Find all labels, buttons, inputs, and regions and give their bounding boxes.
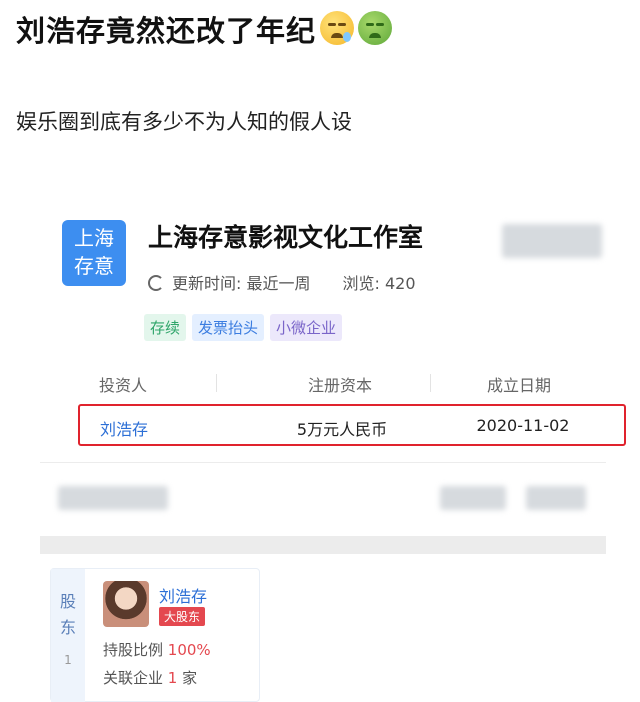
major-shareholder-badge: 大股东	[159, 607, 206, 626]
company-name[interactable]: 上海存意影视文化工作室	[148, 218, 423, 254]
refresh-icon[interactable]	[148, 275, 164, 291]
ratio-label: 持股比例	[103, 641, 164, 659]
blurred-text-right-2	[526, 486, 586, 510]
related-value: 1	[167, 669, 178, 687]
investor-name-link[interactable]: 刘浩存	[84, 416, 164, 440]
shareholder-name-link[interactable]: 刘浩存	[159, 583, 207, 607]
column-divider	[216, 374, 217, 392]
founded-date: 2020-11-02	[476, 416, 570, 435]
column-divider	[430, 374, 431, 392]
section-spacer	[40, 536, 606, 554]
post-title-text: 刘浩存竟然还改了年纪	[16, 14, 317, 48]
related-label: 关联企业	[103, 669, 164, 687]
post-subtitle: 娱乐圈到底有多少不为人知的假人设	[16, 110, 352, 134]
company-logo: 上海 存意	[62, 220, 126, 286]
logo-line-1: 上海	[74, 226, 114, 250]
section-divider	[40, 462, 606, 463]
header-capital: 注册资本	[307, 376, 372, 395]
side-label-char-2: 东	[59, 618, 76, 637]
side-label-char-1: 股	[59, 592, 76, 611]
investor-row-highlighted: 刘浩存 5万元人民币 2020-11-02	[78, 404, 626, 446]
company-meta: 更新时间: 最近一周 浏览: 420	[148, 270, 416, 294]
blurred-text-right-1	[440, 486, 506, 510]
tag-invoice[interactable]: 发票抬头	[192, 314, 265, 341]
shareholder-card[interactable]: 股 东 1 刘浩存 大股东 持股比例 100% 关联企业 1 家	[50, 568, 260, 702]
header-investor: 投资人	[98, 376, 147, 395]
company-tags: 存续 发票抬头 小微企业	[144, 314, 348, 341]
tag-small-business: 小微企业	[270, 314, 343, 341]
related-companies[interactable]: 关联企业 1 家	[103, 667, 197, 688]
shareholding-ratio: 持股比例 100%	[103, 639, 211, 660]
sleepy-face-emoji-icon	[320, 11, 355, 45]
header-founded-date: 成立日期	[486, 376, 551, 395]
investor-table-header: 投资人 注册资本 成立日期	[40, 372, 606, 396]
nauseated-face-emoji-icon	[358, 11, 393, 45]
views-count: 浏览: 420	[342, 274, 416, 293]
shareholder-count: 1	[64, 653, 72, 667]
company-info-card: 上海 存意 上海存意影视文化工作室 更新时间: 最近一周 浏览: 420 存续 发票…	[40, 196, 626, 702]
ratio-value: 100%	[167, 641, 211, 659]
registered-capital: 5万元人民币	[296, 420, 388, 439]
update-time-label: 更新时间: 最近一周	[172, 274, 311, 293]
shareholder-side-label: 股 东 1	[51, 569, 85, 702]
avatar[interactable]	[103, 581, 149, 627]
blurred-action-area	[502, 224, 602, 258]
tag-status: 存续	[144, 314, 187, 341]
blurred-text-left	[58, 486, 168, 510]
logo-line-2: 存意	[74, 254, 114, 278]
related-unit: 家	[182, 669, 198, 687]
post-title: 刘浩存竟然还改了年纪	[16, 8, 393, 50]
